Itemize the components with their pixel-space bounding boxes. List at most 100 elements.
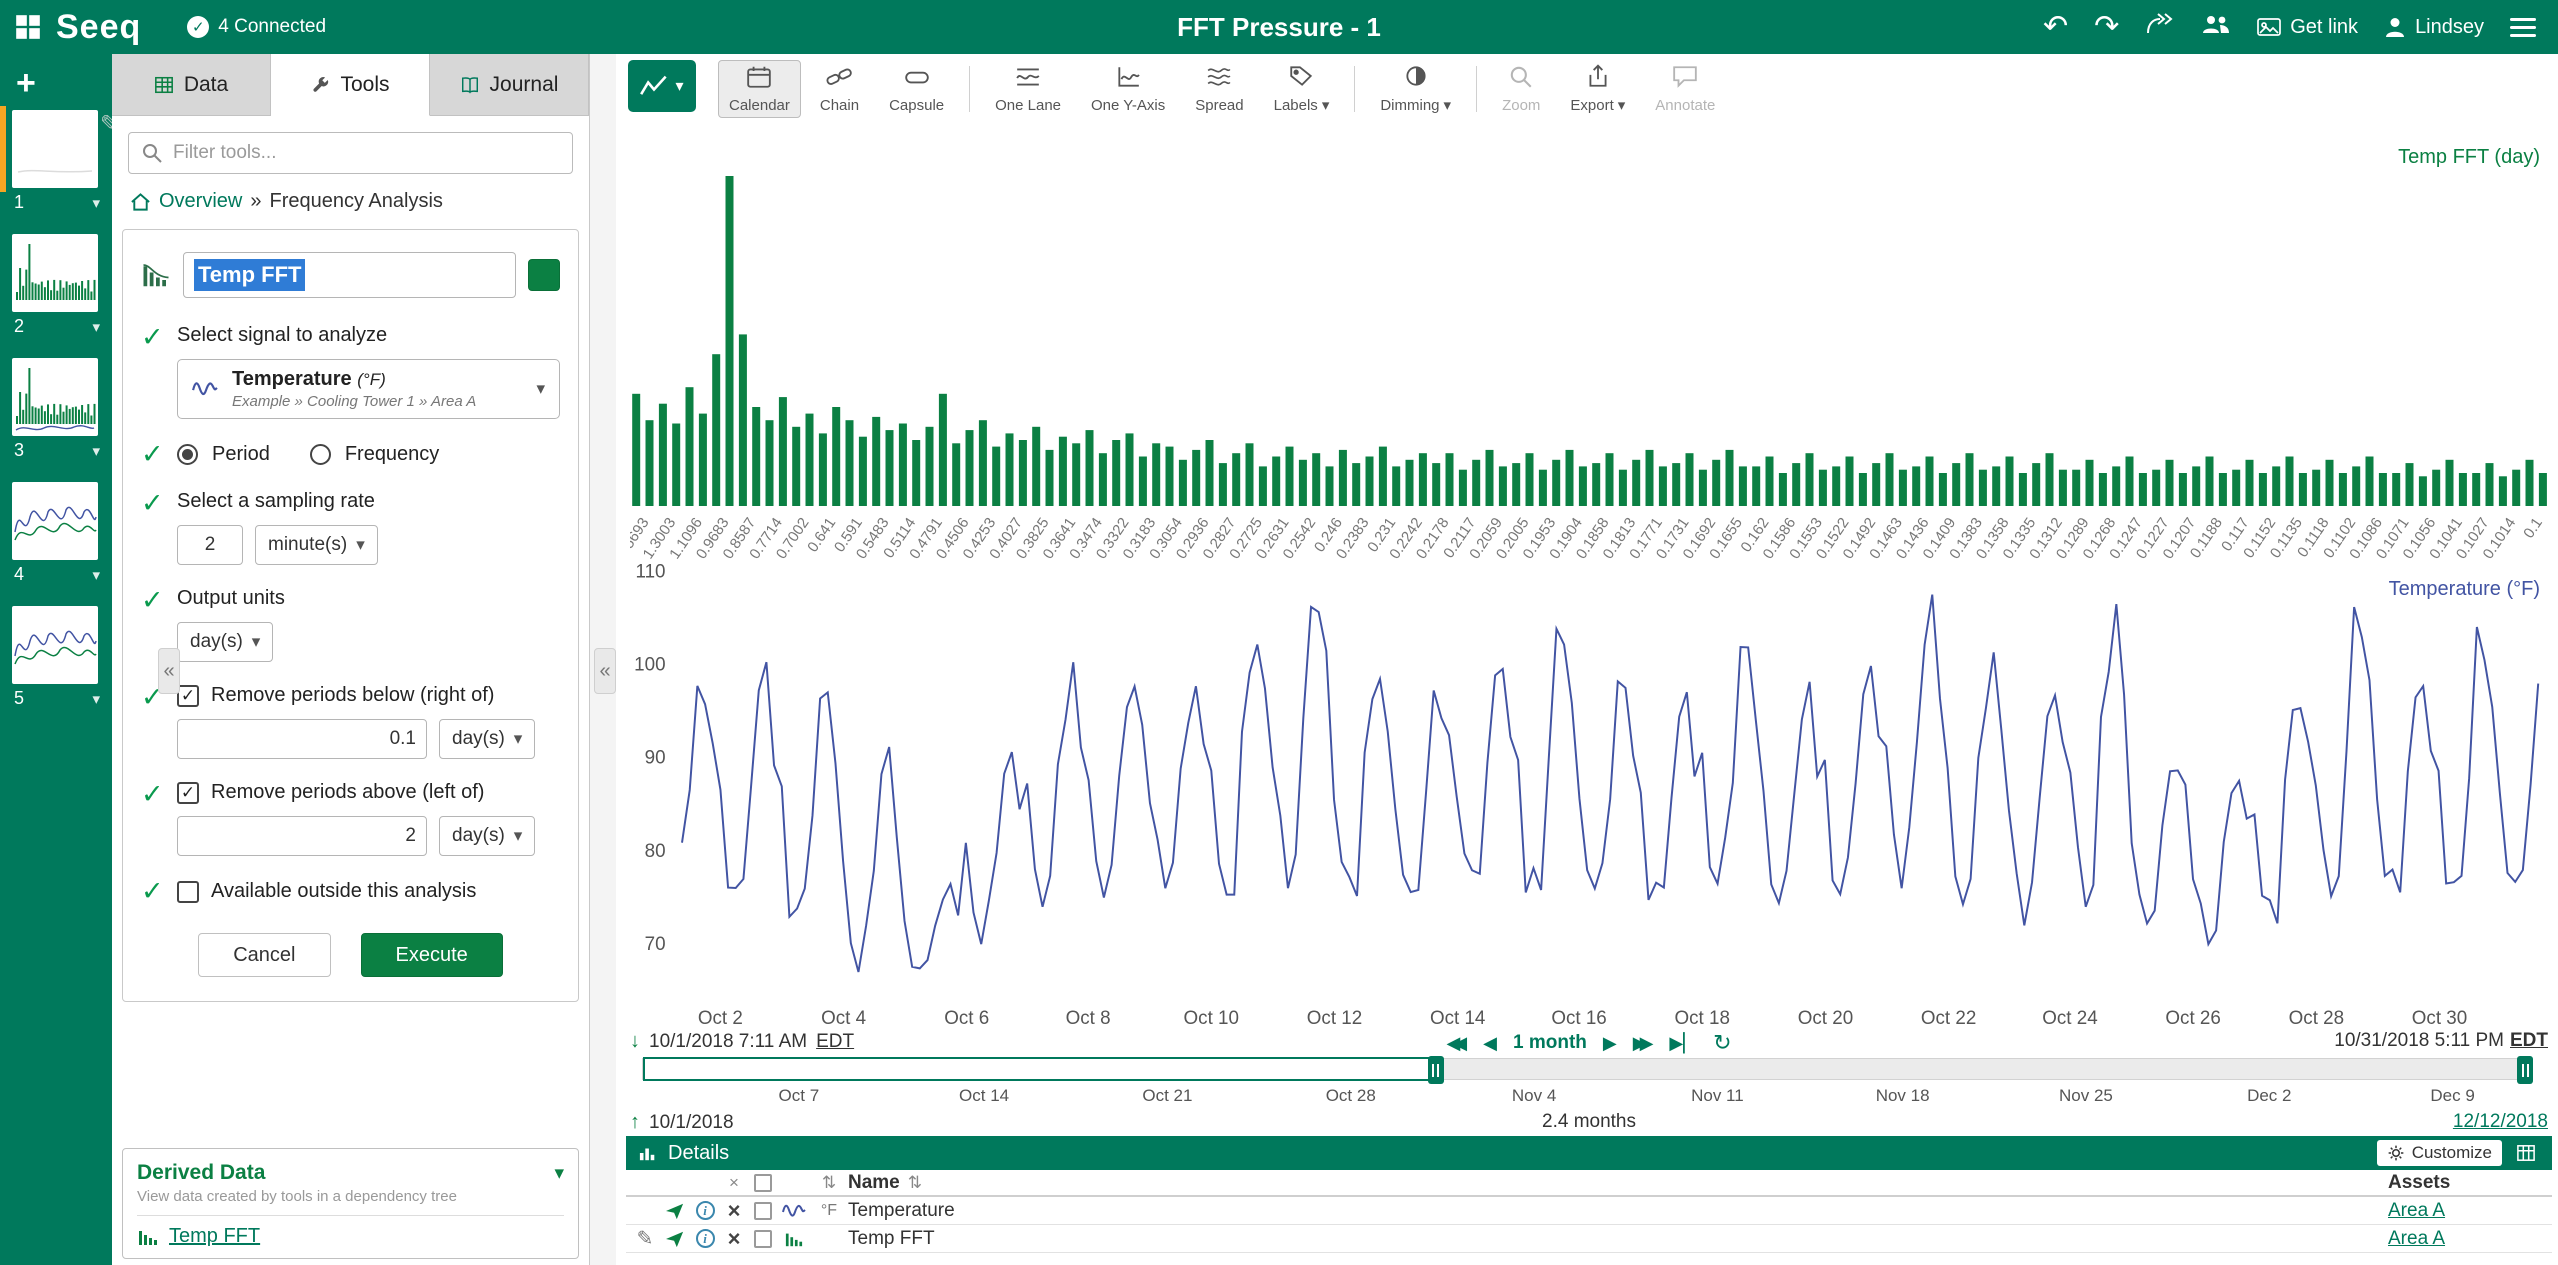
refresh-icon[interactable]: ↻ (1713, 1030, 1731, 1056)
asset-link[interactable]: Area A (2388, 1200, 2445, 1222)
step-forward-full-icon[interactable]: ▶▶ (1633, 1033, 1654, 1054)
timeline-selection[interactable] (643, 1057, 1436, 1081)
info-icon[interactable]: i (696, 1229, 715, 1248)
remove-below-unit-dropdown[interactable]: day(s) ▾ (439, 719, 535, 759)
breadcrumb-overview-link[interactable]: Overview (159, 190, 242, 213)
send-to-icon[interactable] (660, 1202, 690, 1220)
range-end-timezone-link[interactable]: EDT (2510, 1030, 2548, 1052)
tool-name-input[interactable]: Temp FFT (183, 252, 516, 298)
apps-grid-icon[interactable] (0, 14, 56, 40)
timeline-track[interactable] (642, 1058, 2532, 1080)
users-icon[interactable] (2201, 12, 2231, 42)
toolbar-button-one-lane[interactable]: One Lane (984, 60, 1072, 118)
view-selector-button[interactable]: ▾ (628, 60, 696, 112)
investigate-end-link[interactable]: 12/12/2018 (2453, 1111, 2548, 1132)
chevron-down-icon[interactable]: ▾ (92, 318, 100, 336)
period-radio[interactable] (177, 444, 198, 465)
svg-text:Oct 6: Oct 6 (944, 1008, 989, 1029)
remove-item-icon[interactable]: × (728, 1200, 741, 1222)
derived-data-item[interactable]: Temp FFT (137, 1225, 564, 1248)
connection-status[interactable]: ✓ 4 Connected (187, 16, 326, 38)
toolbar-button-one-y-axis[interactable]: One Y-Axis (1080, 60, 1176, 118)
collapse-tools-panel-handle[interactable]: « (594, 648, 616, 694)
user-menu[interactable]: Lindsey (2384, 16, 2484, 39)
available-outside-checkbox[interactable] (177, 881, 199, 903)
remove-all-icon[interactable]: × (720, 1173, 748, 1193)
table-row[interactable]: ✎i×Temp FFTArea A (626, 1225, 2552, 1253)
spread-icon (1206, 65, 1232, 93)
select-all-checkbox[interactable] (754, 1174, 772, 1192)
range-start-timezone-link[interactable]: EDT (816, 1031, 854, 1053)
get-link-button[interactable]: Get link (2257, 16, 2358, 39)
worksheet-thumbnail[interactable] (12, 358, 98, 436)
row-checkbox[interactable] (754, 1230, 772, 1248)
table-row[interactable]: i×°FTemperatureArea A (626, 1197, 2552, 1225)
chevron-down-icon[interactable]: ▾ (92, 442, 100, 460)
execute-button[interactable]: Execute (361, 933, 503, 977)
toolbar-button-spread[interactable]: Spread (1184, 60, 1254, 118)
worksheet-thumbnail[interactable] (12, 606, 98, 684)
sort-icon[interactable]: ⇅ (908, 1173, 922, 1193)
signal-dropdown[interactable]: Temperature (°F) Example » Cooling Tower… (177, 359, 560, 419)
chevron-down-icon[interactable]: ▾ (92, 566, 100, 584)
send-to-icon[interactable] (660, 1230, 690, 1248)
output-unit-dropdown[interactable]: day(s) ▾ (177, 622, 273, 662)
remove-below-input[interactable] (177, 719, 427, 759)
toolbar-button-labels[interactable]: Labels ▾ (1263, 60, 1341, 118)
step-to-end-icon[interactable]: ▶▏ (1669, 1033, 1697, 1054)
svg-text:70: 70 (645, 934, 666, 955)
edit-item-icon[interactable]: ✎ (637, 1226, 654, 1251)
remove-item-icon[interactable]: × (728, 1228, 741, 1250)
chevron-down-icon[interactable]: ▾ (92, 690, 100, 708)
tab-tools[interactable]: Tools (271, 54, 430, 116)
remove-above-unit-dropdown[interactable]: day(s) ▾ (439, 816, 535, 856)
timeline-end-grip[interactable] (2517, 1056, 2533, 1084)
frequency-radio[interactable] (310, 444, 331, 465)
step-back-full-icon[interactable]: ◀◀ (1446, 1033, 1467, 1054)
chevron-down-icon[interactable]: ▾ (554, 1162, 564, 1185)
temperature-chart[interactable]: 110100908070Oct 2Oct 4Oct 6Oct 8Oct 10Oc… (618, 552, 2550, 1038)
filter-tools-input[interactable] (128, 132, 573, 174)
remove-above-checkbox[interactable]: ✓ (177, 782, 199, 804)
toolbar-button-capsule[interactable]: Capsule (878, 60, 955, 118)
toolbar-button-calendar[interactable]: Calendar (718, 60, 801, 118)
tab-journal[interactable]: Journal (430, 54, 589, 116)
table-view-icon[interactable] (2512, 1140, 2540, 1166)
range-duration-button[interactable]: 1 month (1513, 1032, 1587, 1054)
chevron-down-icon[interactable]: ▾ (92, 194, 100, 212)
timeline-selection-grip[interactable] (1428, 1056, 1444, 1084)
color-swatch-button[interactable] (528, 259, 560, 291)
step-forward-half-icon[interactable]: ▶ (1603, 1033, 1617, 1054)
undo-icon[interactable]: ↶ (2043, 12, 2068, 42)
row-checkbox[interactable] (754, 1202, 772, 1220)
add-worksheet-button[interactable]: + (16, 64, 52, 102)
step-back-half-icon[interactable]: ◀ (1483, 1033, 1497, 1054)
toolbar-button-export[interactable]: Export ▾ (1559, 60, 1636, 118)
info-icon[interactable]: i (696, 1201, 715, 1220)
toolbar-button-dimming[interactable]: Dimming ▾ (1369, 60, 1462, 118)
asset-link[interactable]: Area A (2388, 1228, 2445, 1250)
trend-toolbar: ▾ CalendarChainCapsule One LaneOne Y-Axis… (628, 60, 1726, 118)
sampling-rate-input[interactable] (177, 525, 243, 565)
sort-icon[interactable]: ⇅ (810, 1173, 848, 1193)
worksheet-thumbnail[interactable]: ✎ (12, 110, 98, 188)
hamburger-menu-icon[interactable] (2510, 18, 2536, 37)
worksheet-thumbnail[interactable] (12, 234, 98, 312)
tab-data[interactable]: Data (112, 54, 271, 116)
fast-forward-icon[interactable] (2145, 12, 2175, 42)
name-column-header[interactable]: Name (848, 1172, 900, 1194)
toolbar-button-chain[interactable]: Chain (809, 60, 870, 118)
remove-below-checkbox[interactable]: ✓ (177, 685, 199, 707)
step-check-icon: ✓ (141, 878, 177, 905)
sampling-unit-dropdown[interactable]: minute(s) ▾ (255, 525, 378, 565)
remove-above-input[interactable] (177, 816, 427, 856)
fft-tool-icon (141, 261, 171, 289)
worksheet-thumbnail[interactable] (12, 482, 98, 560)
derived-item-link[interactable]: Temp FFT (169, 1225, 260, 1248)
collapse-worksheet-panel-handle[interactable]: « (158, 648, 180, 694)
home-icon[interactable] (130, 192, 151, 212)
document-title: FFT Pressure - 1 (1177, 12, 1381, 43)
customize-button[interactable]: Customize (2377, 1140, 2502, 1166)
redo-icon[interactable]: ↷ (2094, 12, 2119, 42)
cancel-button[interactable]: Cancel (198, 933, 330, 977)
